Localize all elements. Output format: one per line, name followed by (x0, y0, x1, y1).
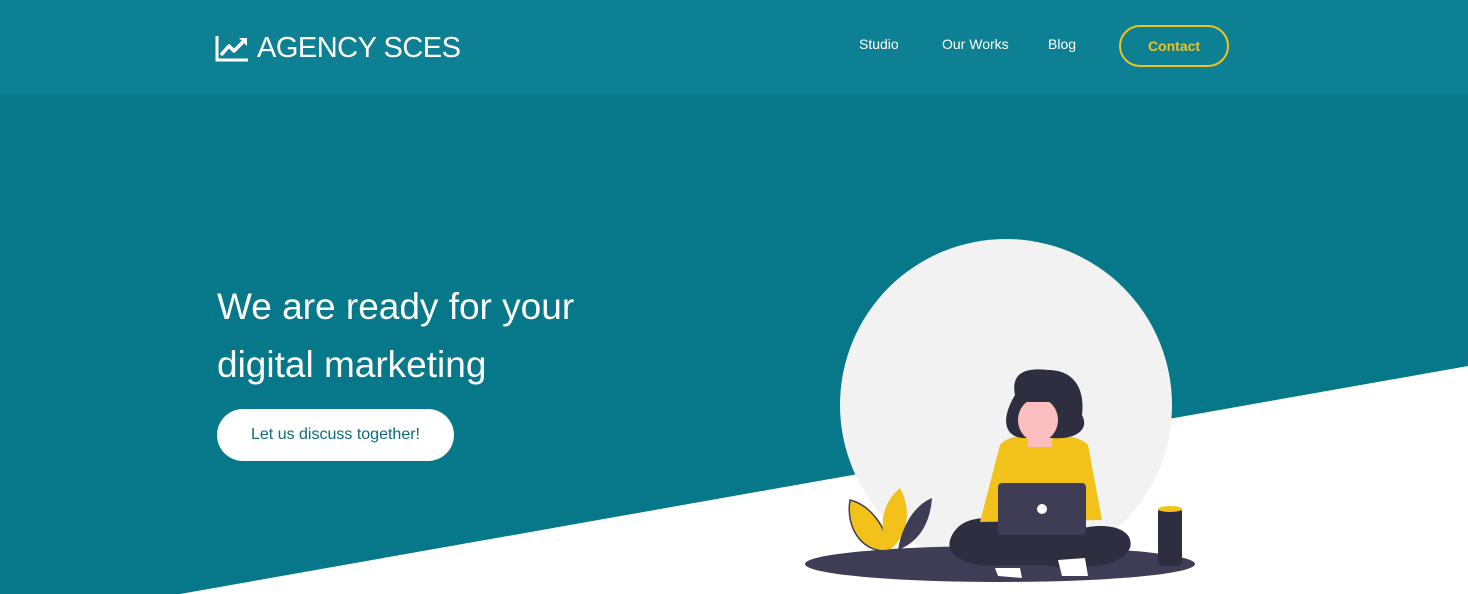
hero-title-line-1: We are ready for your (217, 286, 575, 327)
nav-link-our-works[interactable]: Our Works (942, 36, 1009, 52)
laptop-icon (998, 483, 1086, 535)
site-header: AGENCY SCES Studio Our Works Blog Contac… (0, 0, 1468, 95)
brand-name: AGENCY SCES (257, 31, 461, 64)
brand-logo[interactable]: AGENCY SCES (215, 30, 461, 66)
hero-title: We are ready for your digital marketing (217, 278, 737, 394)
trending-up-chart-icon (215, 36, 248, 62)
nav-link-studio[interactable]: Studio (859, 36, 899, 52)
hero-title-line-2: digital marketing (217, 344, 487, 385)
nav-link-blog[interactable]: Blog (1048, 36, 1076, 52)
smart-speaker-icon (1158, 506, 1182, 566)
hero-illustration (805, 239, 1195, 582)
contact-button[interactable]: Contact (1119, 25, 1229, 67)
discuss-together-button[interactable]: Let us discuss together! (217, 409, 454, 461)
